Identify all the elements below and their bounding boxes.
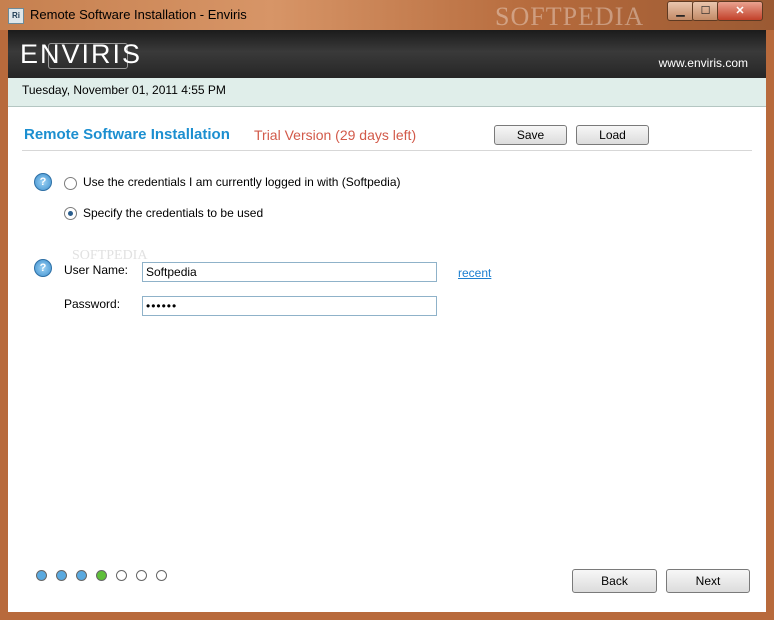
date-bar: Tuesday, November 01, 2011 4:55 PM (8, 78, 766, 107)
minimize-button[interactable]: ▁ (667, 1, 694, 21)
watermark-logo: SOFTPEDIA (495, 2, 645, 31)
password-label: Password: (64, 297, 121, 311)
website-url: www.enviris.com (658, 56, 748, 70)
save-button[interactable]: Save (494, 125, 567, 145)
username-field[interactable]: Softpedia (142, 262, 437, 282)
divider (22, 150, 752, 151)
close-button[interactable]: ✕ (717, 1, 763, 21)
help-icon[interactable]: ? (34, 259, 52, 277)
maximize-button[interactable]: ☐ (692, 1, 719, 21)
step-dot-done (36, 570, 47, 581)
title-bar[interactable]: Ri Remote Software Installation - Enviri… (0, 0, 774, 31)
client-area: ENVIRIS www.enviris.com Tuesday, Novembe… (8, 30, 766, 612)
step-dot-todo (116, 570, 127, 581)
radio-specify-credentials[interactable] (64, 207, 77, 220)
trial-notice: Trial Version (29 days left) (254, 127, 417, 143)
step-dot-done (56, 570, 67, 581)
recent-link[interactable]: recent (458, 266, 491, 280)
page-title: Remote Software Installation (24, 126, 230, 143)
window-title: Remote Software Installation - Enviris (30, 7, 247, 22)
password-field[interactable]: •••••• (142, 296, 437, 316)
step-dot-todo (156, 570, 167, 581)
watermark-logo: SOFTPEDIA (72, 248, 148, 263)
back-button[interactable]: Back (572, 569, 657, 593)
banner: ENVIRIS www.enviris.com (8, 30, 766, 78)
app-icon: Ri (8, 8, 24, 24)
app-window: Ri Remote Software Installation - Enviri… (0, 0, 774, 620)
load-button[interactable]: Load (576, 125, 649, 145)
step-dot-current (96, 570, 107, 581)
radio-selected-dot (68, 211, 73, 216)
radio-specify-label: Specify the credentials to be used (83, 206, 264, 220)
step-dot-todo (136, 570, 147, 581)
step-dot-done (76, 570, 87, 581)
radio-current-credentials[interactable] (64, 177, 77, 190)
brand-logo: ENVIRIS (20, 39, 143, 69)
radio-current-label: Use the credentials I am currently logge… (83, 175, 401, 189)
help-icon[interactable]: ? (34, 173, 52, 191)
date-label: Tuesday, November 01, 2011 4:55 PM (22, 83, 226, 97)
next-button[interactable]: Next (666, 569, 750, 593)
username-label: User Name: (64, 263, 129, 277)
